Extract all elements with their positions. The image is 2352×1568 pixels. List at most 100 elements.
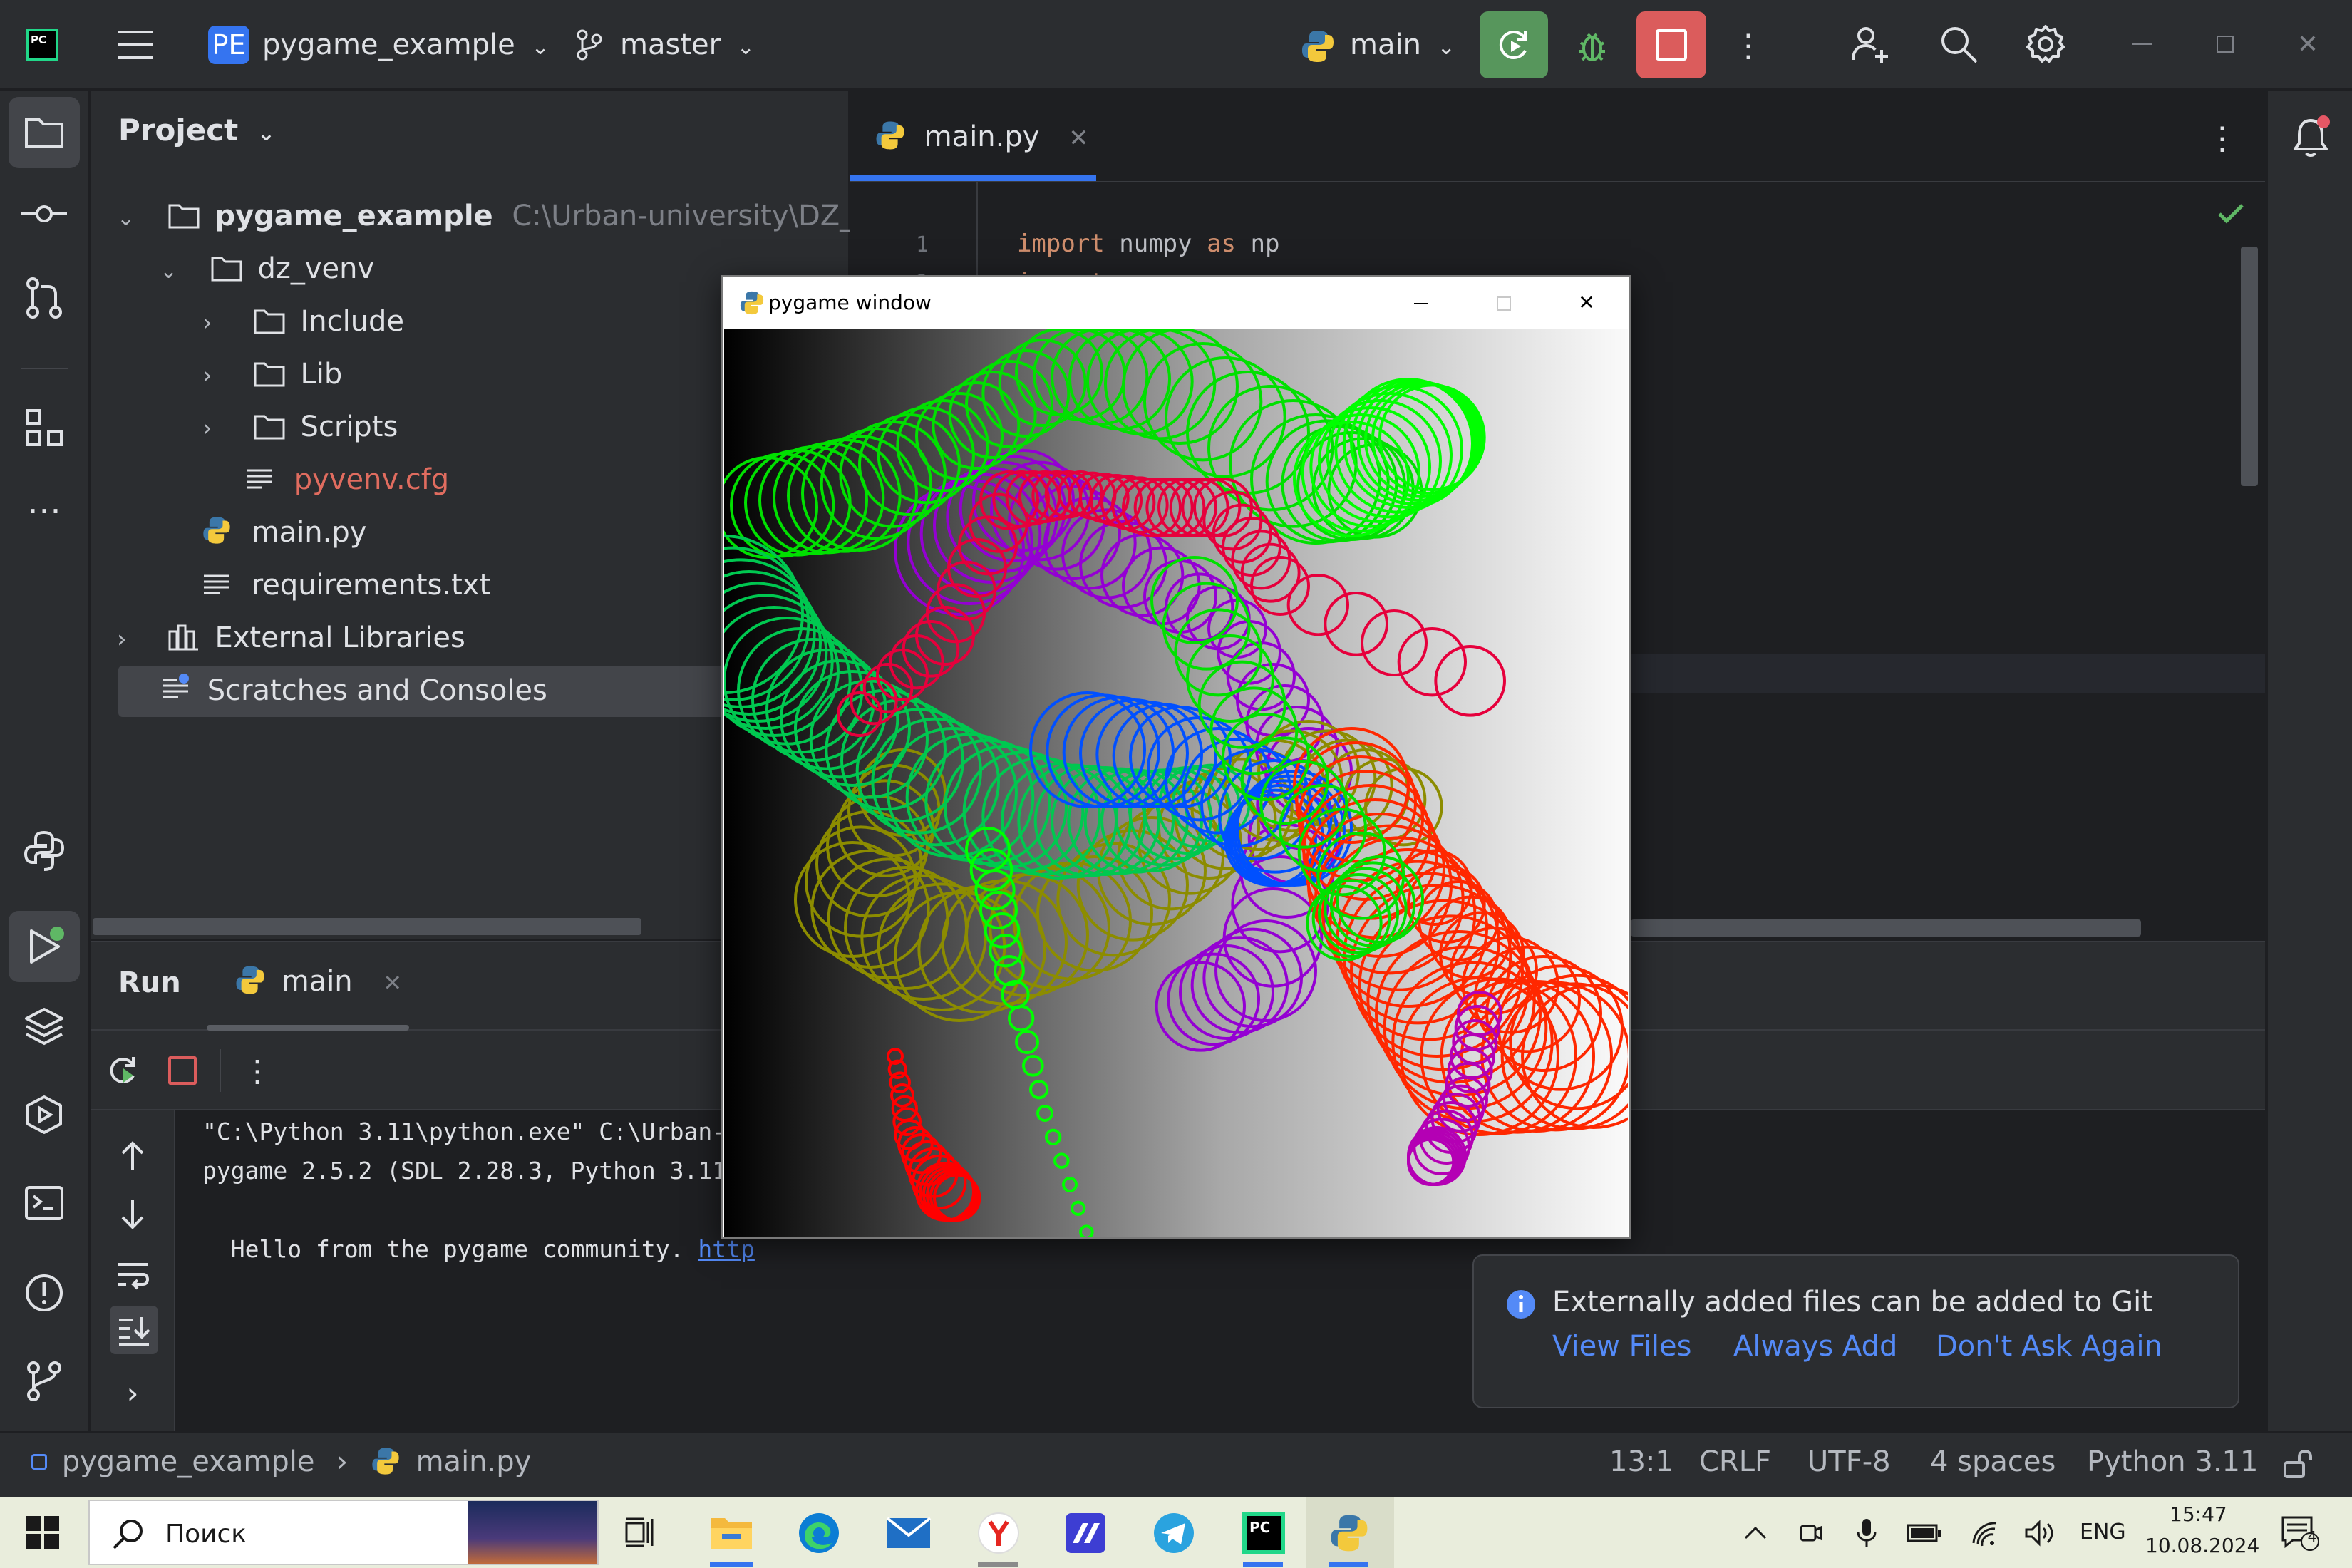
file-encoding[interactable]: UTF-8: [1807, 1445, 1891, 1478]
add-user-icon[interactable]: [1847, 21, 1893, 67]
folder-icon: [254, 362, 285, 387]
project-switcher[interactable]: pygame_example ⌄: [262, 0, 550, 93]
active-tab-underline: [850, 175, 1096, 181]
close-tab-icon[interactable]: ✕: [1068, 124, 1089, 153]
project-panel-title[interactable]: Project ⌄: [118, 113, 275, 148]
more-actions-icon[interactable]: ⋮: [1733, 26, 1764, 66]
debug-icon[interactable]: [1571, 24, 1614, 67]
structure-icon[interactable]: [21, 405, 67, 450]
unlock-icon[interactable]: [2281, 1447, 2315, 1481]
tree-item-include[interactable]: › Include: [202, 295, 404, 348]
windows-start-icon[interactable]: [24, 1514, 61, 1551]
rerun-icon[interactable]: [103, 1051, 143, 1090]
vertical-scrollbar[interactable]: [2241, 247, 2258, 486]
pg-maximize-icon[interactable]: [1490, 289, 1518, 318]
mail-icon[interactable]: [884, 1512, 934, 1554]
more-tool-windows-icon[interactable]: ⋯: [21, 488, 67, 533]
project-folder-icon[interactable]: [9, 97, 80, 168]
tree-item-requirements[interactable]: requirements.txt: [201, 559, 490, 612]
problems-icon[interactable]: [21, 1270, 67, 1316]
run-tool-icon[interactable]: [9, 911, 80, 982]
input-language[interactable]: ENG: [2080, 1520, 2126, 1544]
view-files-link[interactable]: View Files: [1552, 1330, 1691, 1363]
layers-icon[interactable]: [21, 1004, 67, 1049]
terminal-icon[interactable]: [21, 1180, 67, 1226]
expand-chevron-icon[interactable]: ›: [117, 1376, 148, 1410]
pygame-canvas[interactable]: [724, 329, 1628, 1237]
pycharm-logo-icon[interactable]: PC: [26, 29, 58, 61]
scroll-to-end-icon[interactable]: [110, 1306, 158, 1354]
restore-window-icon[interactable]: [2209, 29, 2241, 60]
run-config-selector[interactable]: main ⌄: [1350, 0, 1455, 93]
editor-more-icon[interactable]: ⋮: [2207, 118, 2238, 158]
scroll-down-icon[interactable]: [113, 1195, 153, 1234]
stop-button[interactable]: [1636, 11, 1706, 78]
pycharm-taskbar-icon[interactable]: PC: [1240, 1510, 1287, 1557]
notifications-bell-icon[interactable]: [2286, 113, 2335, 161]
wifi-icon[interactable]: [1967, 1517, 2003, 1549]
run-more-icon[interactable]: ⋮: [242, 1051, 272, 1090]
python-console-icon[interactable]: [20, 827, 68, 875]
microphone-icon[interactable]: [1850, 1515, 1883, 1551]
visual-studio-icon[interactable]: [1062, 1510, 1109, 1557]
dont-ask-again-link[interactable]: Don't Ask Again: [1936, 1330, 2162, 1363]
edge-browser-icon[interactable]: [795, 1510, 842, 1557]
action-center-icon[interactable]: 4: [2278, 1512, 2322, 1554]
caret-position[interactable]: 13:1: [1609, 1445, 1673, 1478]
tree-item-lib[interactable]: › Lib: [202, 348, 342, 401]
battery-icon[interactable]: [1904, 1517, 1944, 1549]
tray-chevron-up-icon[interactable]: [1739, 1517, 1772, 1549]
python-taskbar-icon[interactable]: [1326, 1510, 1373, 1557]
python-file-icon: [876, 121, 904, 150]
pygame-titlebar[interactable]: pygame window ✕: [723, 277, 1629, 329]
main-menu-icon[interactable]: [114, 24, 157, 66]
pygame-window[interactable]: pygame window ✕: [721, 275, 1631, 1239]
minimize-window-icon[interactable]: [2127, 29, 2158, 60]
taskbar-search-box[interactable]: Поиск: [88, 1500, 599, 1565]
tree-item-dz-venv[interactable]: ⌄ dz_venv: [160, 242, 374, 295]
horizontal-scrollbar[interactable]: [93, 918, 641, 935]
run-tab-main[interactable]: main ✕: [234, 964, 402, 998]
pg-close-icon[interactable]: ✕: [1572, 288, 1601, 316]
file-explorer-icon[interactable]: [706, 1510, 757, 1555]
python-interpreter[interactable]: Python 3.11: [2087, 1445, 2258, 1478]
console-link[interactable]: http: [698, 1235, 754, 1263]
module-square-icon: [31, 1454, 47, 1470]
tree-item-scripts[interactable]: › Scripts: [202, 401, 398, 453]
line-separator[interactable]: CRLF: [1699, 1445, 1771, 1478]
branch-switcher[interactable]: master ⌄: [620, 0, 755, 93]
editor-horizontal-scrollbar[interactable]: [1631, 919, 2141, 937]
branch-icon: [573, 29, 606, 61]
services-icon[interactable]: [21, 1092, 67, 1138]
git-icon[interactable]: [21, 1358, 67, 1404]
breadcrumb-file[interactable]: main.py: [416, 1445, 532, 1478]
tree-item-external-libraries[interactable]: › External Libraries: [117, 612, 465, 664]
clock-time[interactable]: 15:47: [2170, 1502, 2227, 1526]
stop-icon[interactable]: [165, 1053, 200, 1088]
breadcrumb-project[interactable]: pygame_example: [62, 1445, 315, 1478]
soft-wrap-icon[interactable]: [113, 1254, 153, 1294]
rerun-button[interactable]: [1480, 11, 1548, 78]
clock-date[interactable]: 10.08.2024: [2145, 1534, 2259, 1557]
yandex-browser-icon[interactable]: [975, 1510, 1022, 1557]
tree-item-pyvenv-cfg[interactable]: pyvenv.cfg: [244, 453, 449, 506]
pg-minimize-icon[interactable]: [1407, 289, 1435, 318]
tree-item-scratches[interactable]: Scratches and Consoles: [160, 664, 547, 717]
always-add-link[interactable]: Always Add: [1733, 1330, 1897, 1363]
volume-icon[interactable]: [2021, 1517, 2057, 1549]
task-view-icon[interactable]: [620, 1514, 660, 1551]
scroll-up-icon[interactable]: [113, 1136, 153, 1176]
search-icon[interactable]: [1936, 21, 1981, 67]
pull-requests-icon[interactable]: [21, 275, 67, 321]
tree-item-main-py[interactable]: main.py: [201, 506, 366, 559]
settings-gear-icon[interactable]: [2023, 21, 2068, 67]
telegram-icon[interactable]: [1150, 1510, 1197, 1557]
commit-icon[interactable]: [16, 192, 73, 235]
tab-main-py[interactable]: main.py ✕: [874, 115, 1089, 158]
no-problems-check-icon[interactable]: [2215, 198, 2247, 229]
tree-item-root[interactable]: ⌄ pygame_example C:\Urban-university\DZ_…: [117, 190, 924, 242]
close-tab-icon[interactable]: ✕: [383, 969, 402, 996]
camera-icon[interactable]: [1795, 1517, 1827, 1549]
indent-setting[interactable]: 4 spaces: [1930, 1445, 2056, 1478]
close-window-icon[interactable]: ✕: [2292, 29, 2323, 60]
